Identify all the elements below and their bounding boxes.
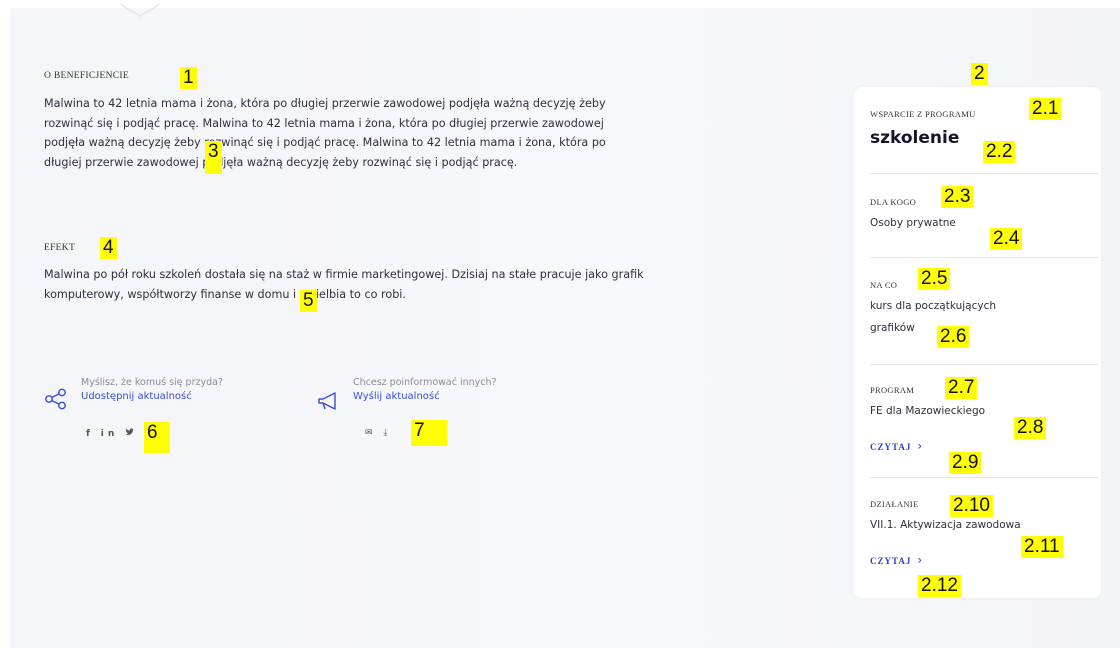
annotation-label: 2.12 (918, 575, 961, 597)
inform-hint: Chcesz poinformować innych? (353, 377, 497, 388)
divider (870, 257, 1098, 258)
for-whom-section: DLA KOGO Osoby prywatne (870, 197, 1084, 233)
divider (870, 477, 1098, 478)
for-whom-caption: DLA KOGO (870, 197, 917, 207)
annotation-label: 2.6 (937, 326, 970, 348)
effect-heading: EFEKT (44, 243, 76, 253)
annotation-label: 2.9 (949, 452, 982, 474)
annotation-label: 2.3 (941, 186, 974, 208)
annotation-label: 2.4 (990, 228, 1023, 250)
inform-block: Chcesz poinformować innych? Wyślij aktua… (353, 377, 497, 402)
inform-icons: ✉ ⤓ (365, 428, 391, 438)
divider (870, 173, 1098, 174)
inform-link[interactable]: Wyślij aktualność (353, 391, 497, 402)
share-link[interactable]: Udostępnij aktualność (81, 391, 223, 402)
annotation-label: 2.1 (1029, 98, 1062, 120)
twitter-icon[interactable] (125, 428, 134, 439)
share-block: Myślisz, że komuś się przyda? Udostępnij… (81, 377, 223, 402)
annotation-label: 2.2 (983, 141, 1016, 163)
chevron-down-icon (119, 3, 161, 17)
effect-text: Malwina po pół roku szkoleń dostała się … (44, 268, 644, 301)
annotation-label: 2.10 (950, 495, 993, 517)
annotation-label: 2.11 (1021, 536, 1063, 558)
facebook-icon[interactable]: f (86, 429, 94, 439)
annotation-label: 3 (205, 141, 222, 174)
email-icon[interactable]: ✉ (365, 428, 377, 438)
share-social-icons: f in (86, 428, 134, 439)
for-whom-value: Osoby prywatne (870, 217, 956, 229)
chevron-right-icon: › (917, 553, 924, 567)
divider (870, 364, 1098, 365)
for-what-section: NA CO kurs dla początkujących grafików (870, 280, 1084, 338)
annotation-label: 7 (411, 420, 447, 446)
share-icon[interactable] (44, 388, 68, 410)
megaphone-icon[interactable] (316, 390, 342, 412)
annotation-label: 2.7 (945, 377, 978, 399)
chevron-right-icon: › (917, 439, 924, 453)
action-read-label: CZYTAJ (870, 556, 912, 566)
program-read-label: CZYTAJ (870, 442, 912, 452)
annotation-label: 1 (180, 67, 197, 89)
share-hint: Myślisz, że komuś się przyda? (81, 377, 223, 388)
action-value: VII.1. Aktywizacja zawodowa (870, 519, 1021, 531)
download-icon[interactable]: ⤓ (383, 428, 391, 438)
for-what-value-line2: grafików (870, 322, 915, 334)
annotation-label: 2 (971, 63, 988, 85)
linkedin-icon[interactable]: in (101, 429, 119, 439)
annotation-label: 6 (144, 422, 170, 453)
program-info-card: WSPARCIE Z PROGRAMU szkolenie DLA KOGO O… (854, 87, 1101, 598)
annotation-label: 4 (100, 237, 117, 259)
annotation-label: 5 (300, 290, 317, 312)
program-value: FE dla Mazowieckiego (870, 405, 986, 417)
annotation-label: 2.8 (1014, 417, 1047, 439)
annotation-label: 2.5 (918, 268, 951, 290)
for-what-value-line1: kurs dla początkujących (870, 300, 996, 312)
program-read-link[interactable]: CZYTAJ › (870, 439, 1084, 453)
beneficiary-text: Malwina to 42 letnia mama i żona, która … (44, 97, 606, 169)
for-what-caption: NA CO (870, 280, 898, 290)
support-value: szkolenie (870, 128, 960, 148)
beneficiary-heading: O BENEFICJENCIE (44, 71, 129, 81)
